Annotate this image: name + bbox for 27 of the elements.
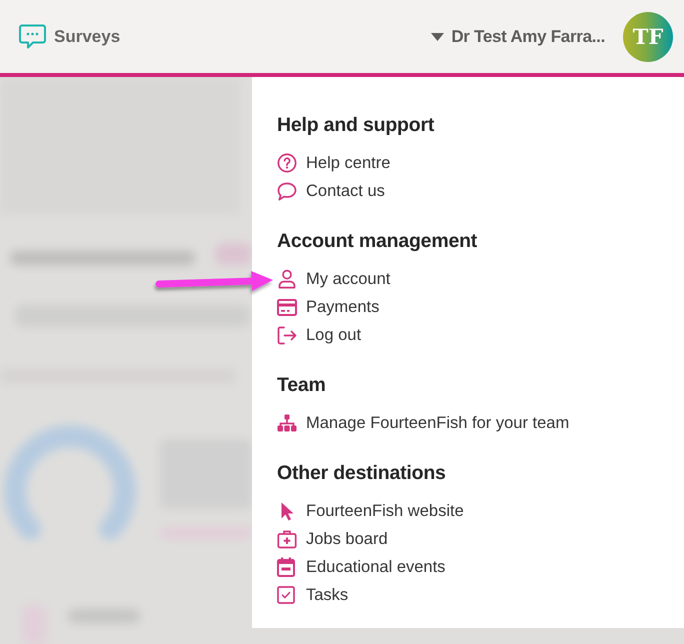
help-icon [277,153,297,173]
calendar-icon [277,557,295,577]
caret-icon [431,32,444,40]
user-menu-button[interactable]: Dr Test Amy Farra... [431,26,605,46]
app-link[interactable]: Surveys [19,24,120,49]
section-heading: Help and support [277,113,434,138]
chat-bubble-icon [19,24,46,49]
briefcase-plus-icon [277,529,297,549]
menu-link[interactable]: Payments [277,293,380,321]
menu-link[interactable]: Log out [277,321,362,349]
menu-link[interactable]: Educational events [277,553,446,581]
section-heading: Account management [277,229,478,254]
logout-icon [277,326,297,344]
credit-card-icon [277,298,297,316]
checkbox-icon [277,586,295,604]
menu-link[interactable]: My account [277,265,390,293]
section-heading: Team [277,373,326,398]
menu-link[interactable]: Help centre [277,149,390,177]
menu-link[interactable]: Contact us [277,177,385,205]
menu-link[interactable]: Tasks [277,581,348,609]
hierarchy-icon [277,414,297,432]
menu-link[interactable]: Jobs board [277,525,388,553]
menu-link[interactable]: FourteenFish website [277,497,464,525]
section-heading: Other destinations [277,461,446,486]
person-icon [277,269,297,289]
speech-bubble-icon [277,182,297,200]
menu-link[interactable]: Manage FourteenFish for your team [277,409,570,437]
